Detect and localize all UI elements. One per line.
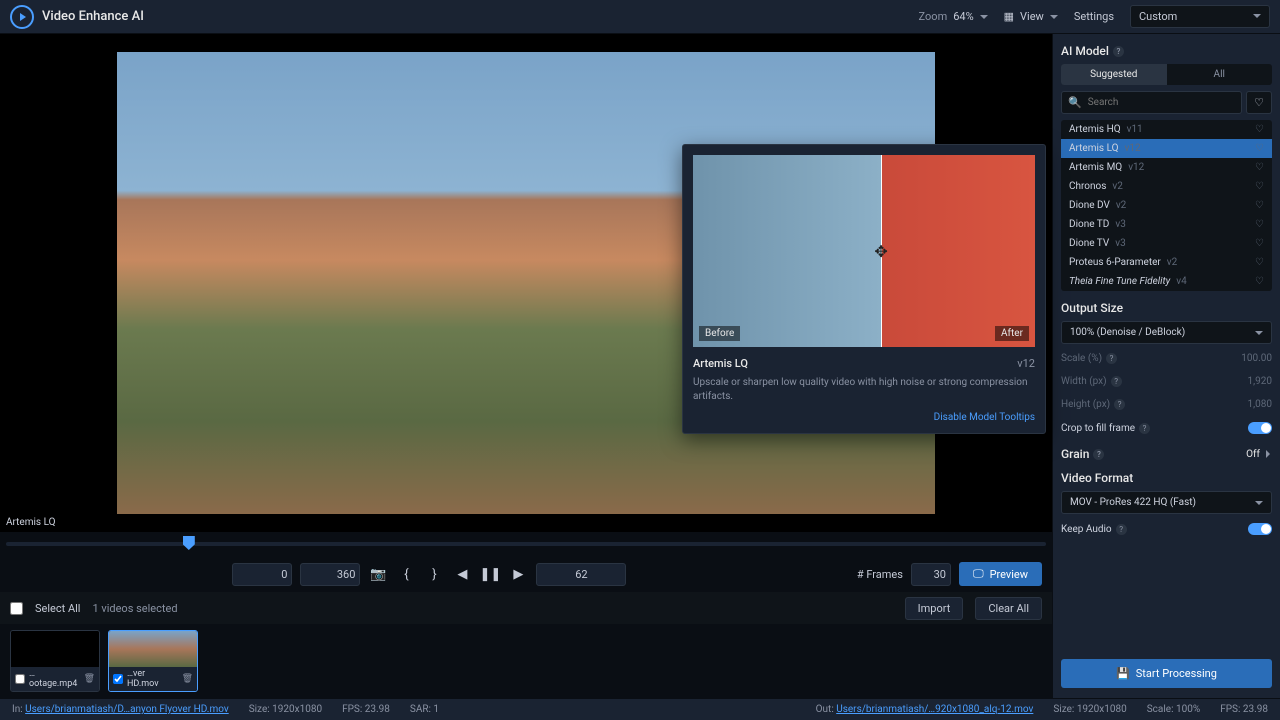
trash-icon[interactable]: 🗑	[84, 674, 95, 684]
heart-icon[interactable]: ♡	[1255, 276, 1264, 287]
split-handle-icon[interactable]: ✥	[871, 241, 891, 261]
model-badge: Artemis LQ	[6, 517, 56, 528]
timeline[interactable]	[0, 532, 1052, 556]
before-after-preview[interactable]: ✥ Before After	[693, 155, 1035, 347]
help-icon[interactable]: ?	[1113, 46, 1124, 57]
heart-icon[interactable]: ♡	[1255, 143, 1264, 154]
chevron-down-icon	[1253, 14, 1261, 18]
model-tooltip: ✥ Before After Artemis LQ v12 Upscale or…	[682, 144, 1046, 434]
tooltip-title: Artemis LQ	[693, 357, 748, 370]
statusbar: In: Users/brianmatiash/D…anyon Flyover H…	[0, 698, 1280, 720]
playhead[interactable]	[183, 536, 195, 550]
clear-all-button[interactable]: Clear All	[975, 597, 1042, 620]
save-icon: 💾	[1116, 667, 1130, 680]
model-row[interactable]: Dione TDv3♡	[1061, 215, 1272, 234]
select-all-checkbox[interactable]	[10, 602, 23, 615]
prev-frame-icon[interactable]: ◀	[452, 564, 472, 584]
ai-model-heading: AI Model?	[1061, 44, 1272, 58]
model-row[interactable]: Artemis HQv11♡	[1061, 120, 1272, 139]
pause-icon[interactable]: ❚❚	[480, 564, 500, 584]
mark-in-icon[interactable]: {	[396, 564, 416, 584]
clip-item[interactable]: …ootage.mp4🗑	[10, 630, 100, 692]
viewport[interactable]: Artemis LQ ✥ Before After Artemis LQ v12…	[0, 34, 1052, 532]
snapshot-icon[interactable]: 📷	[368, 564, 388, 584]
grid-icon: ▦	[1004, 10, 1014, 23]
model-list: Artemis HQv11♡Artemis LQv12♡Artemis MQv1…	[1061, 120, 1272, 291]
heart-icon[interactable]: ♡	[1255, 162, 1264, 173]
app-logo	[10, 5, 34, 29]
app-title: Video Enhance AI	[42, 9, 144, 24]
chevron-down-icon	[980, 15, 988, 19]
start-processing-button[interactable]: 💾 Start Processing	[1061, 659, 1272, 688]
video-format-heading: Video Format	[1061, 471, 1272, 485]
clip-toolbar: Select All 1 videos selected Import Clea…	[0, 592, 1052, 624]
model-row[interactable]: Dione DVv2♡	[1061, 196, 1272, 215]
output-path-link[interactable]: Users/brianmatiash/…920x1080_alq-12.mov	[836, 704, 1033, 715]
model-row[interactable]: Artemis LQv12♡	[1061, 139, 1272, 158]
tab-suggested[interactable]: Suggested	[1061, 64, 1167, 85]
heart-icon[interactable]: ♡	[1255, 238, 1264, 249]
disable-tooltips-link[interactable]: Disable Model Tooltips	[693, 412, 1035, 423]
zoom-control[interactable]: Zoom 64%	[919, 10, 988, 23]
import-button[interactable]: Import	[905, 597, 964, 620]
input-path-link[interactable]: Users/brianmatiash/D…anyon Flyover HD.mo…	[25, 704, 229, 715]
out-frame-input[interactable]: 360	[300, 563, 360, 586]
heart-icon[interactable]: ♡	[1255, 124, 1264, 135]
search-icon: 🔍	[1068, 96, 1082, 109]
model-row[interactable]: Chronosv2♡	[1061, 177, 1272, 196]
heart-icon: ♡	[1254, 96, 1264, 109]
current-frame-input[interactable]: 62	[536, 563, 626, 586]
trash-icon[interactable]: 🗑	[182, 674, 193, 684]
sidebar: AI Model? Suggested All 🔍 ♡ Artemis HQv1…	[1052, 34, 1280, 698]
next-frame-icon[interactable]: ▶	[508, 564, 528, 584]
chevron-down-icon	[1050, 15, 1058, 19]
heart-icon[interactable]: ♡	[1255, 181, 1264, 192]
monitor-icon: 🖵	[973, 567, 984, 581]
grain-heading[interactable]: Grain?Off	[1061, 447, 1272, 461]
crop-toggle[interactable]	[1248, 422, 1272, 434]
format-dropdown[interactable]: MOV - ProRes 422 HQ (Fast)	[1061, 491, 1272, 514]
heart-icon[interactable]: ♡	[1255, 200, 1264, 211]
mark-out-icon[interactable]: }	[424, 564, 444, 584]
favorites-filter[interactable]: ♡	[1246, 91, 1272, 114]
keep-audio-toggle[interactable]	[1248, 523, 1272, 535]
model-search[interactable]: 🔍	[1061, 91, 1242, 114]
view-menu[interactable]: ▦ View	[1004, 10, 1058, 23]
model-tabs: Suggested All	[1061, 64, 1272, 85]
clip-tray: …ootage.mp4🗑 …ver HD.mov🗑	[0, 624, 1052, 698]
heart-icon[interactable]: ♡	[1255, 219, 1264, 230]
clip-item[interactable]: …ver HD.mov🗑	[108, 630, 198, 692]
preview-button[interactable]: 🖵 Preview	[959, 562, 1042, 586]
topbar: Video Enhance AI Zoom 64% ▦ View Setting…	[0, 0, 1280, 34]
model-row[interactable]: Proteus 6-Parameterv2♡	[1061, 253, 1272, 272]
tab-all[interactable]: All	[1167, 64, 1273, 85]
model-row[interactable]: Dione TVv3♡	[1061, 234, 1272, 253]
frame-count-input[interactable]: 30	[911, 563, 951, 586]
transport-controls: 0 360 📷 { } ◀ ❚❚ ▶ 62 # Frames 30 🖵 Prev…	[0, 556, 1052, 592]
in-frame-input[interactable]: 0	[232, 563, 292, 586]
settings-link[interactable]: Settings	[1074, 10, 1114, 23]
clip-checkbox[interactable]	[113, 674, 123, 684]
preset-dropdown[interactable]: Custom	[1130, 5, 1270, 28]
clip-checkbox[interactable]	[15, 674, 25, 684]
model-row[interactable]: Theia Fine Tune Fidelityv4♡	[1061, 272, 1272, 291]
model-row[interactable]: Artemis MQv12♡	[1061, 158, 1272, 177]
output-size-heading: Output Size	[1061, 301, 1272, 315]
heart-icon[interactable]: ♡	[1255, 257, 1264, 268]
output-size-dropdown[interactable]: 100% (Denoise / DeBlock)	[1061, 321, 1272, 344]
search-input[interactable]	[1088, 97, 1235, 108]
